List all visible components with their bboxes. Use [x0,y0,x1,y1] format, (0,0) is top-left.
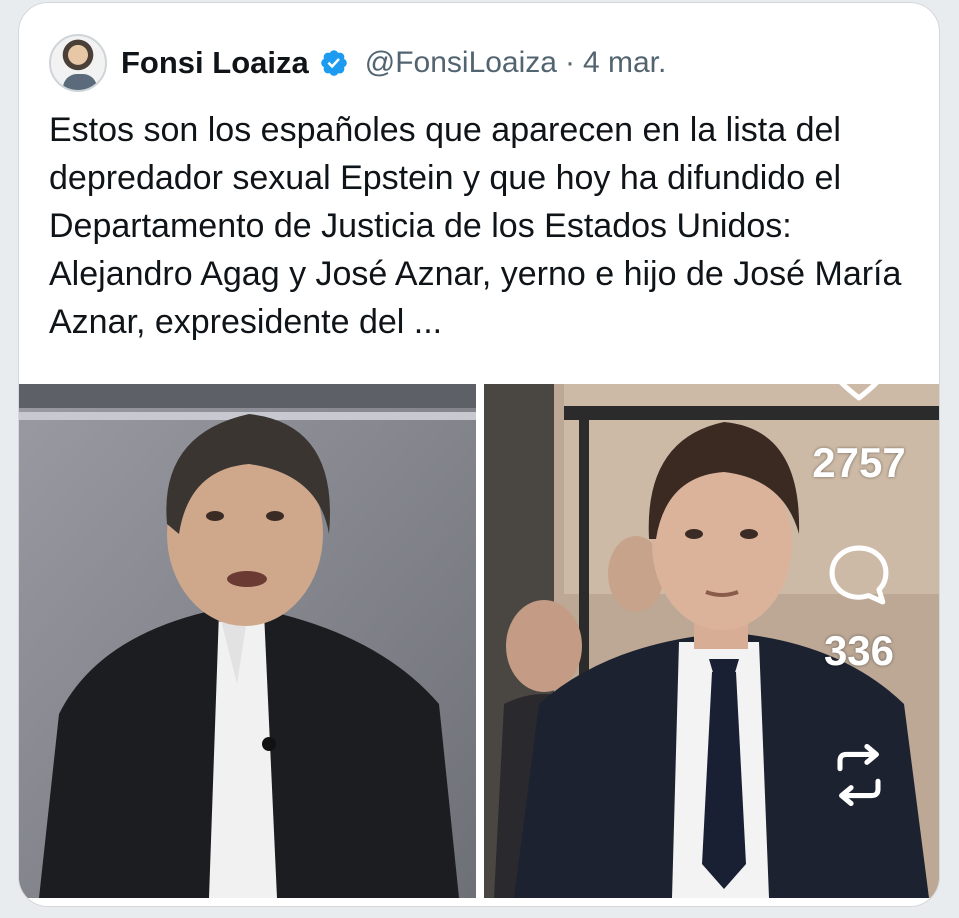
photo-left-image [19,384,476,898]
tweet-date[interactable]: 4 mar. [583,46,666,80]
tweet-text: Estos son los españoles que aparecen en … [49,111,902,341]
photo-left[interactable] [19,384,476,898]
heart-icon[interactable] [821,333,897,409]
author-handle[interactable]: @FonsiLoaiza [365,46,557,80]
verified-badge-icon [320,50,347,76]
comment-count: 336 [823,627,895,674]
repost-icon[interactable] [821,737,897,813]
tweet-card[interactable]: Fonsi Loaiza @FonsiLoaiza · 4 mar. Estos… [18,2,940,907]
separator-dot: · [564,46,575,79]
author-avatar[interactable] [49,34,107,92]
action-column: 2757 336 [809,333,909,883]
author-name[interactable]: Fonsi Loaiza [121,45,309,81]
tweet-media [19,384,939,906]
like-count: 2757 [812,439,906,486]
tweet-header: Fonsi Loaiza @FonsiLoaiza · 4 mar. [49,33,666,93]
comment-bubble-icon[interactable] [821,537,897,613]
